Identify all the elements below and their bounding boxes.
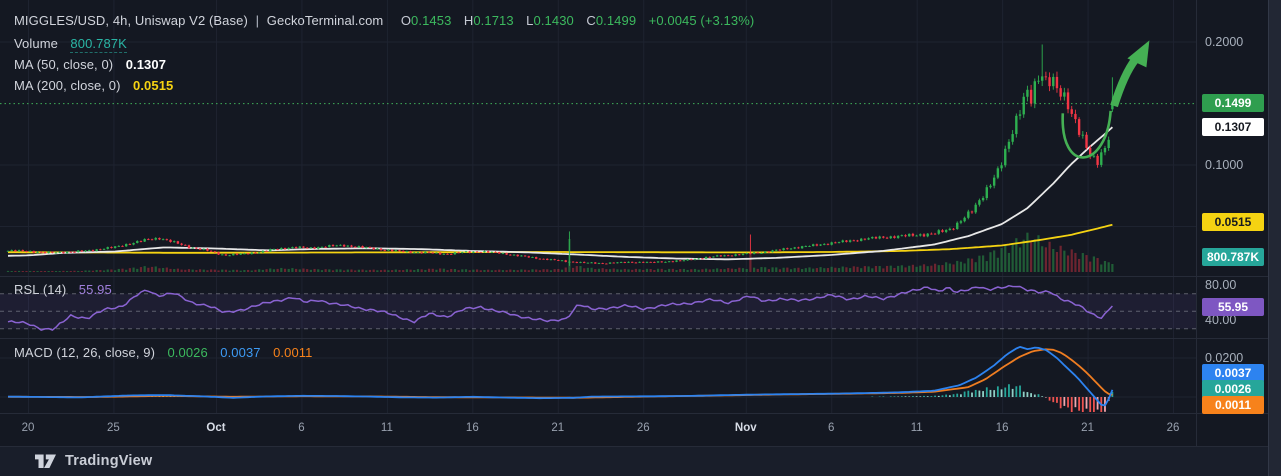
time-label: 11 [910, 422, 923, 434]
time-label: 16 [995, 422, 1009, 434]
time-label: 6 [298, 422, 305, 434]
rsi-label: RSL (14) [14, 282, 67, 297]
close-label: C [586, 13, 596, 28]
axis-label: 0.0200 [1205, 351, 1244, 365]
data-source: GeckoTerminal.com [266, 13, 384, 28]
price-badge: 0.1307 [1202, 118, 1264, 136]
time-label: 26 [636, 422, 650, 434]
rsi-value: 55.95 [78, 282, 112, 297]
tradingview-brand[interactable]: TradingView [65, 453, 152, 469]
axis-label: 80.00 [1205, 278, 1237, 292]
high-label: H [463, 13, 474, 28]
ma200-legend: MA (200, close, 0) 0.0515 [14, 78, 173, 93]
change-value: +0.0045 (+3.13%) [648, 13, 755, 28]
macd-hist-value: 0.0026 [167, 345, 208, 360]
low-value: 0.1430 [533, 13, 574, 28]
symbol-legend: MIGGLES/USD, 4h, Uniswap V2 (Base) | Gec… [14, 13, 754, 28]
ma50-legend: MA (50, close, 0) 0.1307 [14, 57, 166, 72]
macd-label: MACD (12, 26, close, 9) [14, 345, 156, 360]
up-arrow-shaft [1110, 56, 1139, 108]
rsi-panel [0, 284, 1196, 331]
time-label-month: Oct [206, 422, 226, 434]
time-label: 21 [1081, 422, 1094, 434]
low-label: L [526, 13, 534, 28]
price-badge: 0.0515 [1202, 213, 1264, 231]
time-label: 16 [465, 422, 479, 434]
price-badge: 55.95 [1202, 298, 1264, 316]
axis-label: 0.2000 [1205, 35, 1244, 49]
tradingview-logo-icon[interactable] [34, 453, 57, 470]
right-edge-strip [1268, 0, 1281, 476]
open-label: O [400, 13, 412, 28]
trading-chart-window: MIGGLES/USD, 4h, Uniswap V2 (Base) | Gec… [0, 0, 1281, 476]
macd-legend: MACD (12, 26, close, 9) 0.0026 0.0037 0.… [14, 345, 312, 360]
legend-separator: | [255, 13, 260, 28]
price-scale[interactable]: 0.2000 0.1000 80.00 40.00 0.0200 0.1499 0.1307… [1196, 0, 1268, 446]
time-label: 6 [828, 422, 835, 434]
volume-label: Volume [14, 36, 58, 51]
ma50-label: MA (50, close, 0) [14, 57, 114, 72]
price-badge: 0.1499 [1202, 94, 1264, 112]
annotations [1061, 40, 1150, 159]
high-value: 0.1713 [473, 13, 514, 28]
time-label: 11 [380, 422, 393, 434]
rsi-legend: RSL (14) 55.95 [14, 282, 112, 297]
volume-value: 800.787K [70, 36, 127, 53]
time-label: 25 [107, 422, 120, 434]
time-axis[interactable]: 20 25 Oct 6 11 16 21 26 Nov 6 11 16 21 26 [0, 413, 1196, 446]
open-value: 0.1453 [411, 13, 452, 28]
ma200-value: 0.0515 [133, 78, 174, 93]
time-label-month: Nov [734, 422, 757, 434]
footer-bar: TradingView [0, 446, 1268, 476]
price-badge: 0.0011 [1202, 396, 1264, 414]
time-label: 21 [551, 422, 565, 434]
chart-canvas[interactable] [0, 0, 1281, 476]
moving-averages [7, 126, 1113, 261]
ma200-label: MA (200, close, 0) [14, 78, 121, 93]
price-rsi-divider [0, 276, 1281, 277]
time-label: 26 [1166, 422, 1180, 434]
macd-signal-value: 0.0011 [273, 345, 313, 360]
footer-divider [0, 446, 1281, 447]
axis-label: 0.1000 [1205, 158, 1244, 172]
volume-legend: Volume 800.787K [14, 36, 127, 53]
ma50-value: 0.1307 [125, 57, 167, 72]
price-badge: 800.787K [1202, 248, 1264, 266]
rsi-macd-divider [0, 338, 1281, 339]
macd-line-value: 0.0037 [220, 345, 261, 360]
close-value: 0.1499 [595, 13, 637, 28]
symbol-title: MIGGLES/USD, 4h, Uniswap V2 (Base) [14, 13, 248, 28]
time-label: 20 [21, 422, 35, 434]
